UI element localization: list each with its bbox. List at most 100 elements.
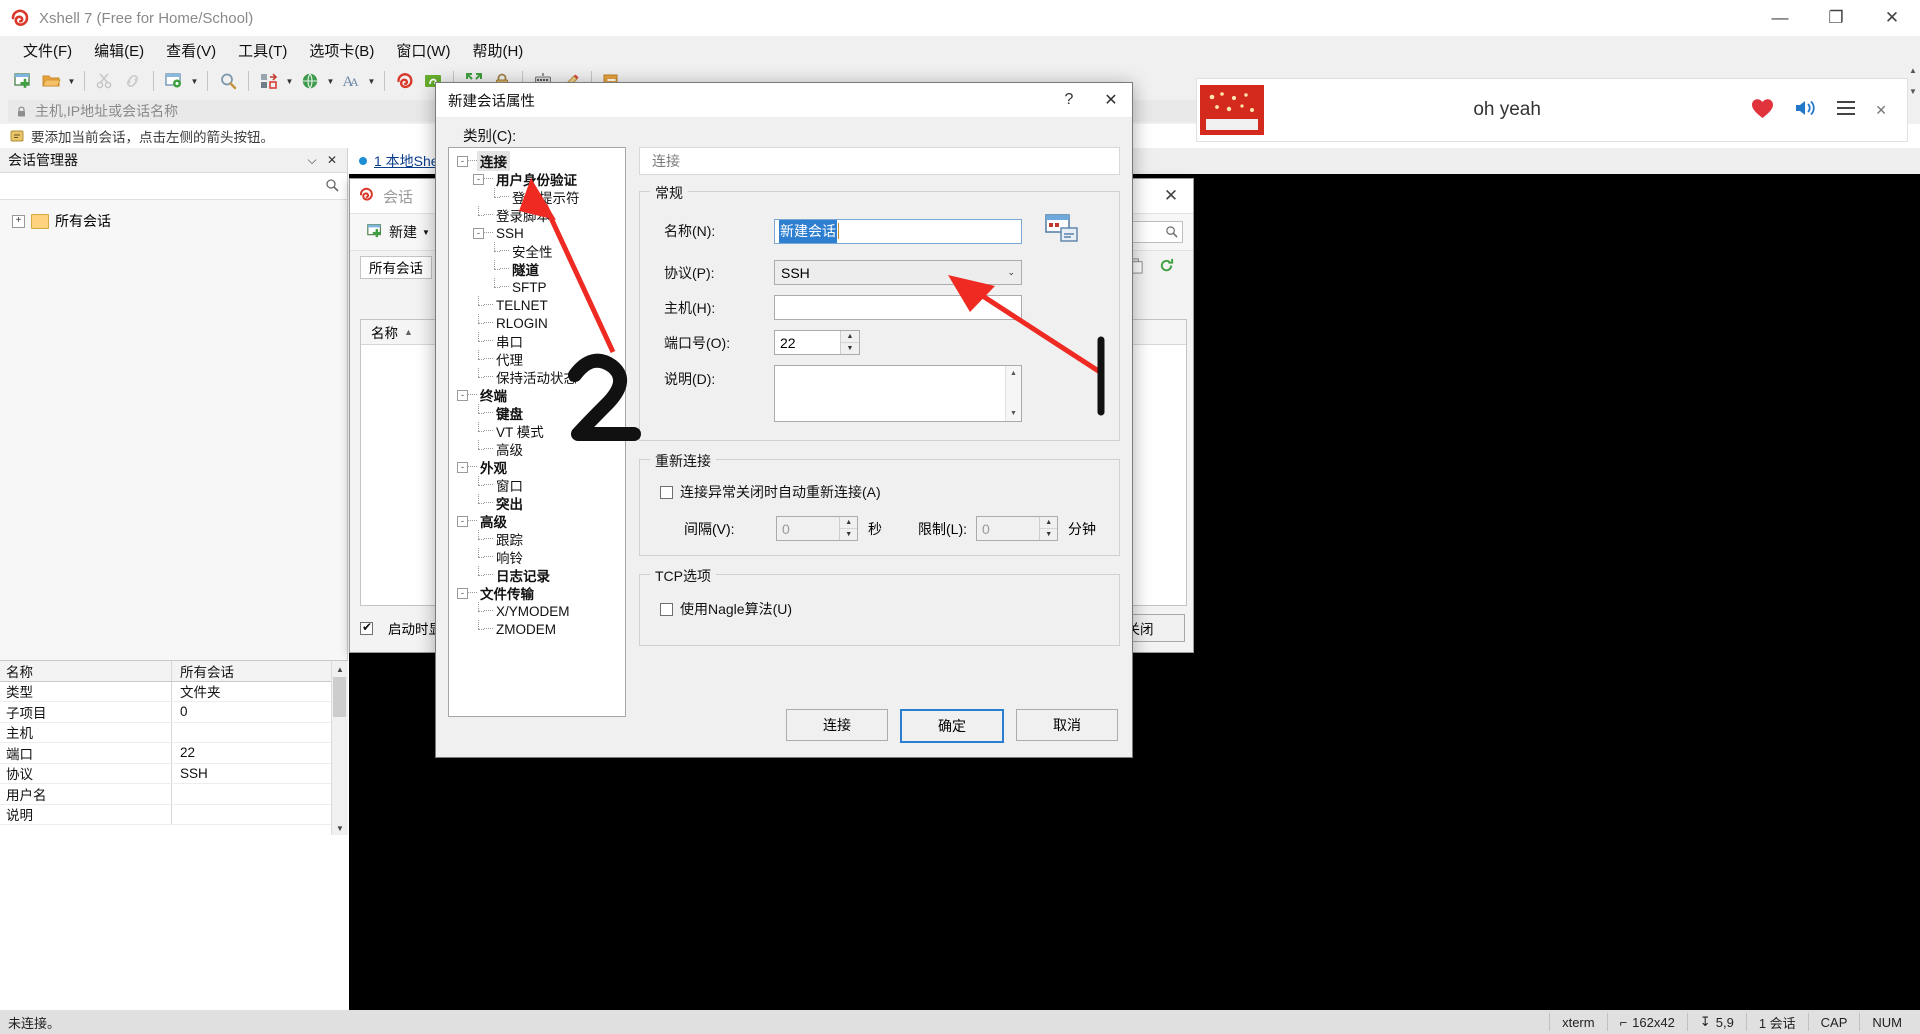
banner-close-icon[interactable]: ✕ (1875, 102, 1887, 119)
open-folder-icon[interactable] (38, 68, 64, 94)
port-decrement-icon[interactable]: ▼ (841, 343, 859, 354)
speaker-icon[interactable] (1793, 97, 1817, 123)
pin-icon[interactable]: ⌵ (303, 151, 321, 169)
menu-tabs[interactable]: 选项卡(B) (298, 37, 385, 64)
category-tree-item[interactable]: SFTP (449, 277, 625, 296)
host-field[interactable] (774, 295, 1022, 320)
category-tree-item[interactable]: - 高级 (449, 512, 625, 530)
minimize-button[interactable]: — (1752, 0, 1808, 36)
table-row[interactable]: 名称 所有会话 (0, 661, 348, 682)
port-stepper[interactable]: 22 ▲ ▼ (774, 330, 860, 355)
category-tree-item[interactable]: 响铃 (449, 547, 625, 566)
close-button[interactable]: ✕ (1864, 0, 1920, 36)
heart-icon[interactable] (1750, 97, 1775, 124)
table-row[interactable]: 主机 (0, 722, 348, 743)
category-tree-item[interactable]: VT 模式 (449, 421, 625, 440)
open-folder-caret-icon[interactable]: ▼ (66, 68, 77, 94)
scroll-up-icon[interactable]: ▲ (1006, 366, 1021, 381)
chevron-down-icon[interactable]: ⌄ (1007, 267, 1015, 278)
properties-scrollbar[interactable]: ▲ ▼ (331, 661, 348, 835)
port-increment-icon[interactable]: ▲ (841, 331, 859, 343)
scroll-down-icon[interactable]: ▼ (1006, 406, 1021, 421)
ok-button[interactable]: 确定 (900, 709, 1004, 743)
category-tree-item[interactable]: 安全性 (449, 241, 625, 260)
table-row[interactable]: 子项目 0 (0, 702, 348, 723)
category-tree-item[interactable]: X/YMODEM (449, 601, 625, 620)
scroll-up-icon[interactable]: ▲ (332, 661, 348, 677)
interval-increment-icon[interactable]: ▲ (840, 517, 857, 529)
menu-help[interactable]: 帮助(H) (461, 37, 534, 64)
globe-icon[interactable] (297, 68, 323, 94)
table-row[interactable]: 说明 (0, 804, 348, 825)
table-row[interactable]: 协议 SSH (0, 763, 348, 784)
category-tree-item[interactable]: - SSH (449, 224, 625, 242)
category-tree-item[interactable]: TELNET (449, 295, 625, 314)
nagle-row[interactable]: 使用Nagle算法(U) (660, 599, 1107, 619)
nagle-checkbox[interactable] (660, 602, 673, 616)
category-tree-item[interactable]: - 外观 (449, 458, 625, 476)
table-row[interactable]: 类型 文件夹 (0, 681, 348, 702)
sort-ascending-icon[interactable]: ▲ (404, 327, 413, 337)
category-tree-item[interactable]: 隧道 (449, 259, 625, 278)
category-tree-item[interactable]: 登录脚本 (449, 205, 625, 224)
search-icon[interactable] (1165, 225, 1178, 242)
search-icon[interactable] (215, 68, 241, 94)
maximize-button[interactable]: ❐ (1808, 0, 1864, 36)
description-textarea[interactable]: ▲ ▼ (774, 365, 1022, 422)
category-tree-item[interactable]: - 用户身份验证 (449, 170, 625, 188)
session-search-bar[interactable] (0, 173, 347, 200)
expander-icon[interactable]: - (457, 587, 468, 599)
category-tree-item[interactable]: 保持活动状态 (449, 367, 625, 386)
new-session-button[interactable]: 新建 ▼ (360, 219, 436, 246)
category-tree[interactable]: - 连接 - 用户身份验证 登录提示符 登录脚本 - SSH 安全性 隧道 SFTP TELNET RL… (448, 147, 626, 717)
category-tree-item[interactable]: 跟踪 (449, 529, 625, 548)
sessions-close-button[interactable]: ✕ (1157, 182, 1185, 210)
category-tree-item[interactable]: 键盘 (449, 403, 625, 422)
menu-view[interactable]: 查看(V) (155, 37, 227, 64)
properties-icon[interactable] (161, 68, 187, 94)
interval-decrement-icon[interactable]: ▼ (840, 529, 857, 540)
dialog-close-button[interactable]: ✕ (1090, 84, 1132, 117)
chevron-down-icon[interactable]: ▼ (422, 228, 430, 237)
breadcrumb[interactable]: 所有会话 (360, 255, 432, 279)
expander-icon[interactable]: + (12, 214, 25, 228)
description-scrollbar[interactable]: ▲ ▼ (1005, 366, 1021, 421)
expander-icon[interactable]: - (457, 515, 468, 527)
search-icon[interactable] (325, 178, 339, 192)
menu-tools[interactable]: 工具(T) (227, 37, 298, 64)
connect-button[interactable]: 连接 (786, 709, 888, 741)
properties-caret-icon[interactable]: ▼ (189, 68, 200, 94)
category-tree-item[interactable]: ZMODEM (449, 619, 625, 638)
xshell-icon[interactable] (392, 68, 418, 94)
category-tree-item[interactable]: 日志记录 (449, 565, 625, 584)
limit-increment-icon[interactable]: ▲ (1040, 517, 1057, 529)
expander-icon[interactable]: - (457, 155, 468, 167)
protocol-select[interactable]: SSH ⌄ (774, 260, 1022, 285)
category-tree-item[interactable]: 突出 (449, 493, 625, 512)
category-tree-item[interactable]: - 连接 (449, 151, 625, 171)
scroll-down-icon[interactable]: ▼ (332, 820, 348, 835)
globe-caret-icon[interactable]: ▼ (325, 68, 336, 94)
auto-reconnect-checkbox[interactable] (660, 485, 673, 499)
category-tree-item[interactable]: 串口 (449, 331, 625, 350)
expander-icon[interactable]: - (457, 461, 468, 473)
refresh-icon[interactable] (1158, 257, 1175, 278)
category-tree-item[interactable]: 代理 (449, 349, 625, 368)
session-config-icon[interactable] (1044, 212, 1080, 250)
close-panel-icon[interactable]: ✕ (323, 151, 341, 169)
startup-checkbox[interactable]: ✔ (360, 620, 373, 635)
auto-reconnect-row[interactable]: 连接异常关闭时自动重新连接(A) (660, 482, 1107, 502)
limit-decrement-icon[interactable]: ▼ (1040, 529, 1057, 540)
cancel-button[interactable]: 取消 (1016, 709, 1118, 741)
category-tree-item[interactable]: 登录提示符 (449, 187, 625, 206)
table-row[interactable]: 用户名 (0, 784, 348, 805)
dialog-help-button[interactable]: ? (1048, 84, 1090, 117)
category-tree-item[interactable]: 窗口 (449, 475, 625, 494)
category-tree-item[interactable]: - 终端 (449, 386, 625, 404)
menu-file[interactable]: 文件(F) (12, 37, 83, 64)
interval-stepper[interactable]: 0 ▲ ▼ (776, 516, 858, 541)
expander-icon[interactable]: - (473, 173, 484, 185)
category-tree-item[interactable]: 高级 (449, 439, 625, 458)
expander-icon[interactable]: - (457, 389, 468, 401)
menu-edit[interactable]: 编辑(E) (83, 37, 155, 64)
